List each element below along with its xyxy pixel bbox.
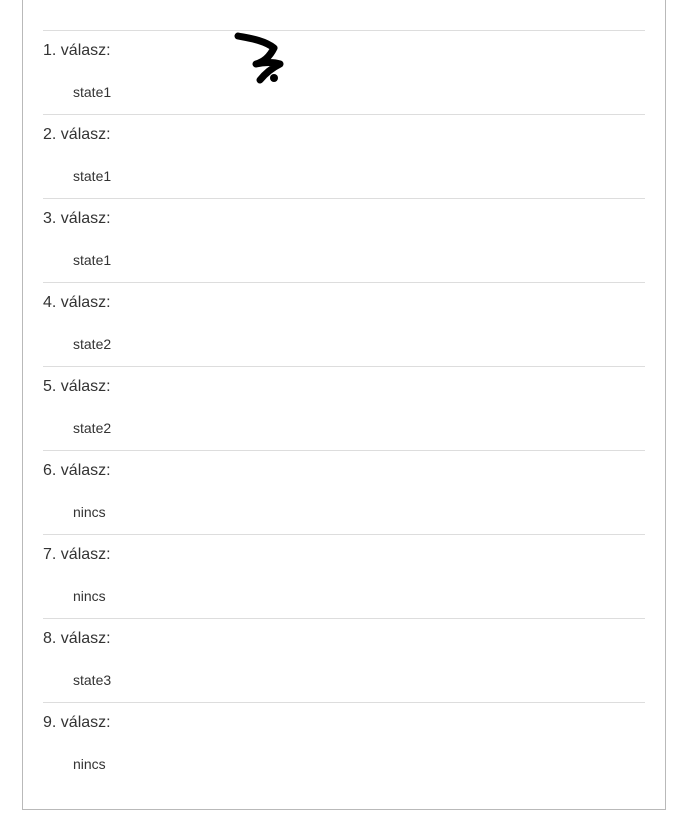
answer-label: 5. válasz: — [43, 378, 111, 395]
answer-label: 4. válasz: — [43, 294, 111, 311]
answer-item-3: 3. válasz: state1 — [43, 198, 645, 282]
answer-item-1: 1. válasz: state1 — [43, 30, 645, 114]
answer-label: 2. válasz: — [43, 126, 111, 143]
answer-item-2: 2. válasz: state1 — [43, 114, 645, 198]
answer-item-4: 4. válasz: state2 — [43, 282, 645, 366]
answer-value: nincs — [73, 588, 106, 604]
answer-label: 8. válasz: — [43, 630, 111, 647]
answer-item-5: 5. válasz: state2 — [43, 366, 645, 450]
handwritten-mark-icon — [234, 32, 284, 84]
answer-value: nincs — [73, 756, 106, 772]
answer-value: state1 — [73, 84, 112, 100]
answer-item-7: 7. válasz: nincs — [43, 534, 645, 618]
answer-item-9: 9. válasz: nincs — [43, 702, 645, 786]
answer-label: 7. válasz: — [43, 546, 111, 563]
answer-value: state1 — [73, 252, 112, 268]
answer-value: state2 — [73, 420, 112, 436]
answer-item-8: 8. válasz: state3 — [43, 618, 645, 702]
answer-label: 9. válasz: — [43, 714, 111, 731]
answer-item-6: 6. válasz: nincs — [43, 450, 645, 534]
answer-label: 1. válasz: — [43, 42, 111, 59]
answer-value: nincs — [73, 504, 106, 520]
answers-panel: 1. válasz: state1 2. válasz: state1 3. v… — [22, 0, 666, 810]
answer-value: state3 — [73, 672, 112, 688]
panel-top-spacer — [23, 0, 665, 30]
answer-label: 3. válasz: — [43, 210, 111, 227]
answer-label: 6. válasz: — [43, 462, 111, 479]
answer-list: 1. válasz: state1 2. válasz: state1 3. v… — [23, 30, 665, 786]
answer-value: state2 — [73, 336, 112, 352]
answer-value: state1 — [73, 168, 112, 184]
